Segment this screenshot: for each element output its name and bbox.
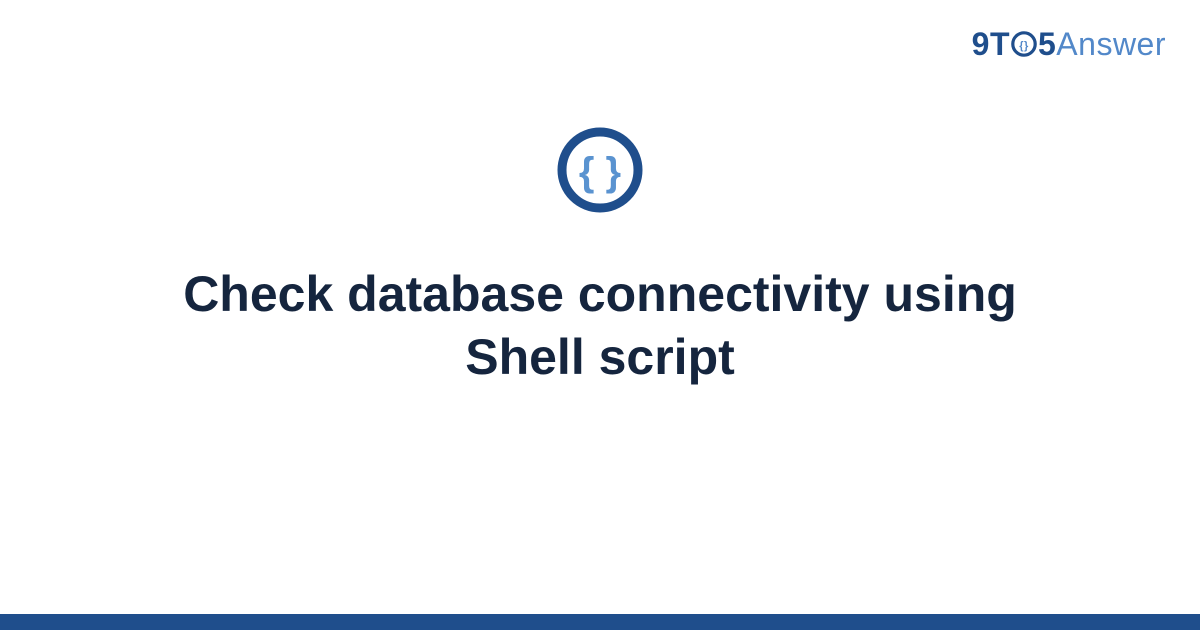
logo-text-t: T [990, 26, 1010, 62]
logo-text-5: 5 [1038, 26, 1056, 62]
braces-in-circle-icon: { } [556, 126, 644, 219]
logo-text-answer: Answer [1056, 26, 1166, 62]
svg-text:{ }: { } [579, 150, 621, 194]
footer-accent-bar [0, 614, 1200, 630]
logo-o-icon: {} [1011, 31, 1037, 57]
site-logo: 9T {} 5Answer [972, 26, 1166, 63]
logo-text-9: 9 [972, 26, 990, 62]
page-title: Check database connectivity using Shell … [150, 263, 1050, 389]
main-content: { } Check database connectivity using Sh… [0, 126, 1200, 389]
svg-text:{}: {} [1019, 40, 1029, 52]
